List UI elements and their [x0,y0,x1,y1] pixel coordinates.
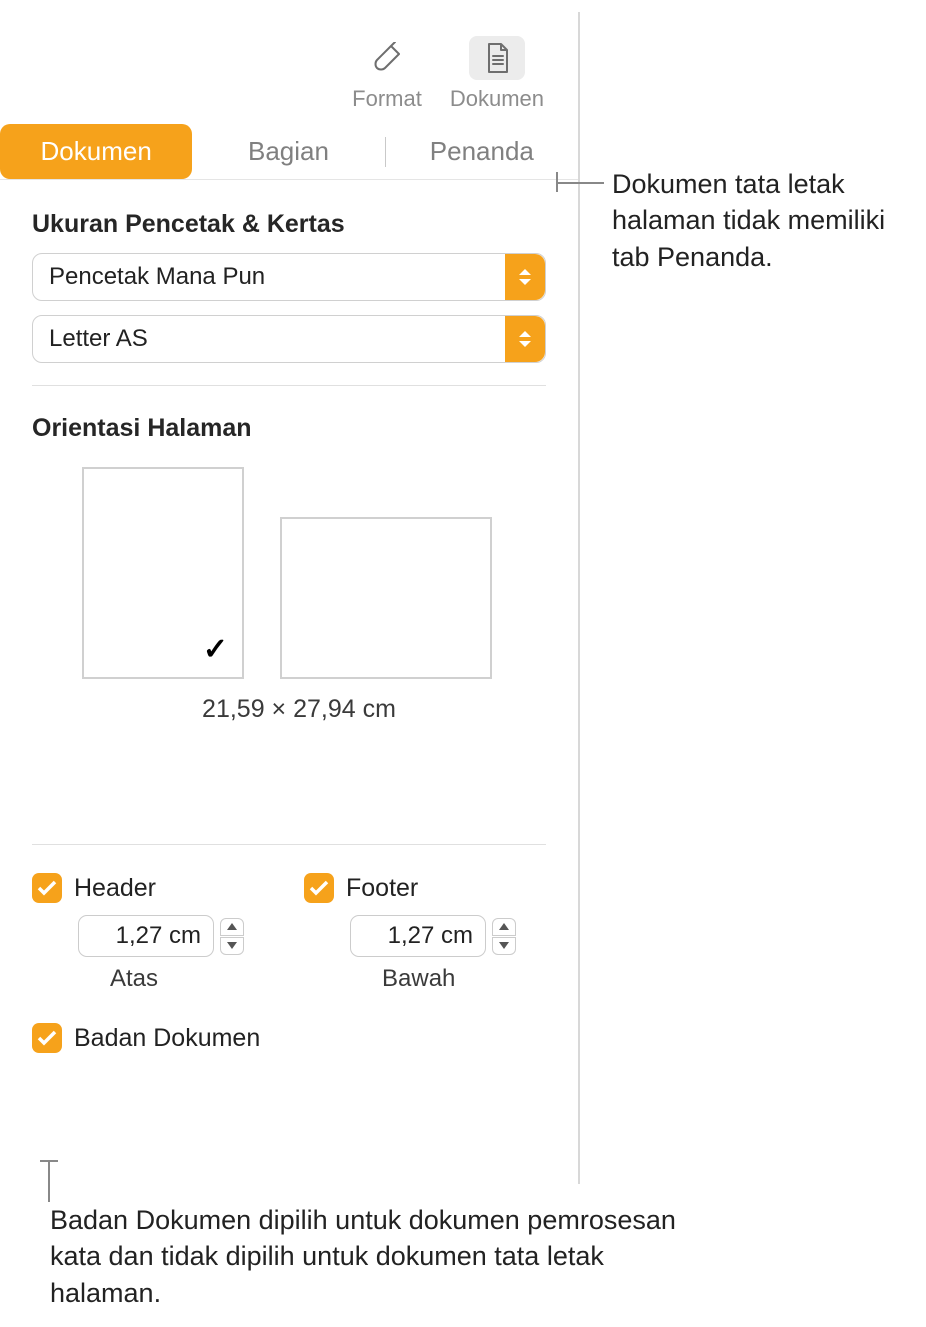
callout-connector [48,1162,50,1202]
inspector-panel: Format Dokumen Dokumen Bagian Penanda Uk… [0,12,580,1184]
callout-connector [558,182,604,184]
document-body-row: Badan Dokumen [32,1023,546,1053]
orientation-title: Orientasi Halaman [32,414,546,443]
footer-stepper [492,918,516,955]
header-column: Header 1,27 cm Atas [32,873,274,993]
brush-icon [359,36,415,80]
orientation-options: ✓ [82,467,546,679]
footer-checkbox[interactable] [304,873,334,903]
printer-value: Pencetak Mana Pun [49,263,265,291]
callout-bookmarks: Dokumen tata letak halaman tidak memilik… [612,166,922,275]
paper-value: Letter AS [49,325,148,353]
callout-document-body: Badan Dokumen dipilih untuk dokumen pemr… [50,1202,690,1311]
divider [32,844,546,845]
dropdown-arrows-icon [505,316,545,362]
header-stepper [220,918,244,955]
footer-margin-input[interactable]: 1,27 cm [350,915,486,957]
divider [32,385,546,386]
header-footer-row: Header 1,27 cm Atas Footer [32,873,546,993]
document-icon [469,36,525,80]
header-checkbox[interactable] [32,873,62,903]
printer-paper-title: Ukuran Pencetak & Kertas [32,210,546,239]
document-body-checkbox[interactable] [32,1023,62,1053]
document-button[interactable]: Dokumen [436,36,558,112]
footer-caption: Bawah [382,965,546,993]
checkmark-icon: ✓ [203,632,228,667]
footer-column: Footer 1,27 cm Bawah [304,873,546,993]
stepper-down[interactable] [492,937,516,955]
footer-label: Footer [346,874,418,903]
toolbar: Format Dokumen [0,12,578,124]
stepper-up[interactable] [220,918,244,936]
header-label: Header [74,874,156,903]
stepper-up[interactable] [492,918,516,936]
tab-section[interactable]: Bagian [192,124,384,179]
document-body-label: Badan Dokumen [74,1024,260,1053]
stepper-down[interactable] [220,937,244,955]
paper-size-dropdown[interactable]: Letter AS [32,315,546,363]
format-label: Format [352,86,422,112]
document-label: Dokumen [450,86,544,112]
orientation-landscape[interactable] [280,517,492,679]
tab-bookmarks[interactable]: Penanda [386,124,578,179]
page-dimensions: 21,59 × 27,94 cm [52,695,546,724]
dropdown-arrows-icon [505,254,545,300]
callout-tick [40,1160,58,1162]
callout-tick [556,172,558,192]
header-margin-input[interactable]: 1,27 cm [78,915,214,957]
orientation-portrait[interactable]: ✓ [82,467,244,679]
header-caption: Atas [110,965,274,993]
format-button[interactable]: Format [338,36,436,112]
tab-document[interactable]: Dokumen [0,124,192,179]
printer-dropdown[interactable]: Pencetak Mana Pun [32,253,546,301]
document-panel: Ukuran Pencetak & Kertas Pencetak Mana P… [0,180,578,1087]
tab-bar: Dokumen Bagian Penanda [0,124,578,180]
